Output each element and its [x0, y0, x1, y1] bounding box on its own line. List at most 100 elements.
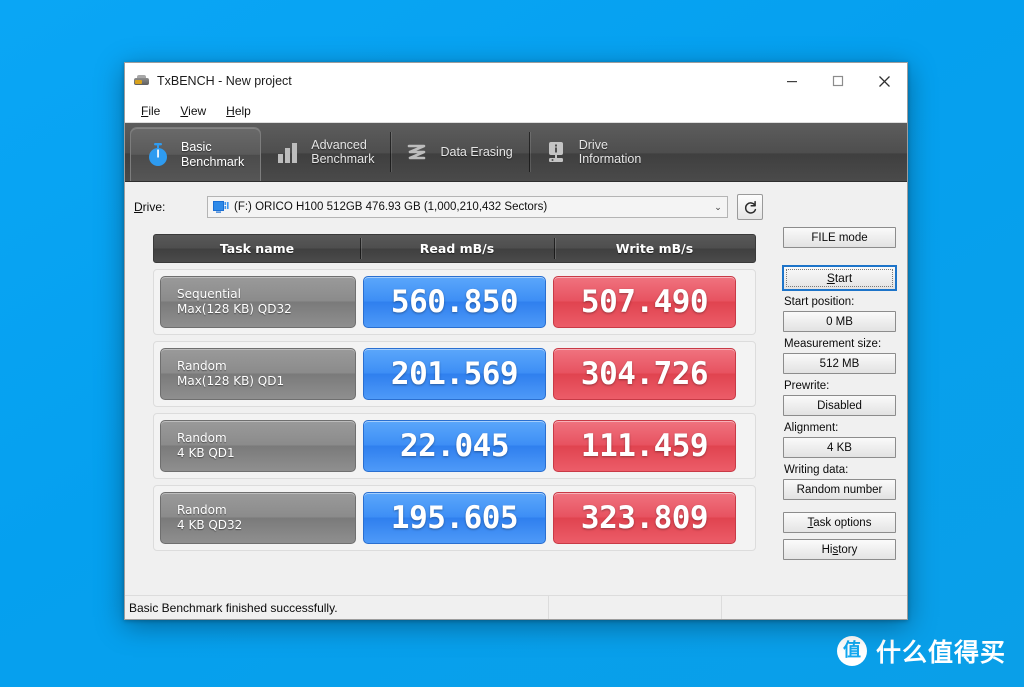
read-value-cell: 201.569 — [363, 348, 546, 400]
write-value: 323.809 — [580, 499, 709, 536]
drive-info-icon — [548, 142, 563, 162]
task-name-cell: Random 4 KB QD1 — [160, 420, 356, 472]
read-value: 195.605 — [390, 499, 519, 536]
status-message: Basic Benchmark finished successfully. — [125, 596, 549, 619]
table-row[interactable]: Sequential Max(128 KB) QD32 560.850 507.… — [153, 269, 756, 335]
drive-row: Drive: (F:) ORICO H100 512GB 476.93 GB (… — [125, 194, 907, 220]
task-name-cell: Sequential Max(128 KB) QD32 — [160, 276, 356, 328]
menu-view-rest: iew — [188, 103, 207, 118]
stopwatch-icon — [149, 142, 167, 166]
minimize-button[interactable] — [769, 64, 815, 99]
prewrite-label: Prewrite: — [784, 380, 830, 392]
history-pre: Hi — [821, 543, 833, 556]
tab-strip: Basic Benchmark Advanced Benchmark Data … — [125, 123, 907, 182]
history-button[interactable]: History — [783, 539, 896, 560]
task-name-line2: Max(128 KB) QD32 — [177, 302, 292, 316]
task-name-cell: Random 4 KB QD32 — [160, 492, 356, 544]
txbench-window: TxBENCH - New project File View Help Bas… — [124, 62, 908, 620]
menu-help[interactable]: Help — [216, 102, 261, 120]
table-row[interactable]: Random 4 KB QD1 22.045 111.459 — [153, 413, 756, 479]
measurement-size-label: Measurement size: — [784, 338, 882, 350]
task-name-cell: Random Max(128 KB) QD1 — [160, 348, 356, 400]
tab-advanced-benchmark-label: Advanced Benchmark — [311, 137, 375, 167]
refresh-icon — [744, 200, 756, 214]
start-button[interactable]: Start — [782, 265, 897, 291]
read-value-cell: 22.045 — [363, 420, 546, 472]
alignment-value[interactable]: 4 KB — [783, 437, 896, 458]
task-name-line2: 4 KB QD1 — [177, 446, 235, 460]
start-button-accel: S — [826, 271, 835, 285]
chevron-down-icon: ⌄ — [714, 201, 722, 212]
task-options-button[interactable]: Task options — [783, 512, 896, 533]
task-name-line1: Random — [177, 503, 227, 517]
tab-advanced-benchmark[interactable]: Advanced Benchmark — [261, 123, 390, 181]
column-header-task-name: Task name — [219, 241, 295, 256]
tab-drive-information-label: Drive Information — [578, 137, 642, 167]
menu-bar: File View Help — [125, 99, 907, 123]
table-row[interactable]: Random Max(128 KB) QD1 201.569 304.726 — [153, 341, 756, 407]
write-value-cell: 323.809 — [553, 492, 736, 544]
task-options-rest: ask options — [813, 516, 872, 529]
maximize-icon — [832, 75, 844, 87]
start-button-rest: tart — [834, 271, 853, 285]
write-value-cell: 111.459 — [553, 420, 736, 472]
task-name-line2: Max(128 KB) QD1 — [177, 374, 285, 388]
zigzag-erase-icon — [408, 144, 426, 160]
status-segment-2 — [549, 596, 722, 619]
task-name-line1: Sequential — [177, 287, 241, 301]
maximize-button[interactable] — [815, 64, 861, 99]
tab-basic-benchmark[interactable]: Basic Benchmark — [130, 127, 262, 181]
write-value: 507.490 — [580, 283, 709, 320]
writing-data-value[interactable]: Random number — [783, 479, 896, 500]
tab-drive-information[interactable]: Drive Information — [528, 123, 658, 181]
task-name-line1: Random — [177, 431, 227, 445]
side-panel: FILE mode Start Start position: 0 MB Mea… — [782, 227, 897, 560]
window-title: TxBENCH - New project — [157, 74, 292, 88]
minimize-icon — [787, 81, 797, 83]
menu-view-accel: V — [180, 103, 189, 118]
drive-label: Drive: — [134, 200, 166, 214]
refresh-button[interactable] — [737, 194, 763, 220]
start-position-label: Start position: — [784, 296, 855, 308]
bar-chart-icon — [278, 143, 298, 163]
read-value: 22.045 — [400, 427, 509, 464]
table-row[interactable]: Random 4 KB QD32 195.605 323.809 — [153, 485, 756, 551]
task-name-line1: Random — [177, 359, 227, 373]
write-value-cell: 304.726 — [553, 348, 736, 400]
write-value-cell: 507.490 — [553, 276, 736, 328]
status-segment-3 — [722, 596, 907, 619]
read-value-cell: 195.605 — [363, 492, 546, 544]
read-value: 201.569 — [390, 355, 519, 392]
column-header-write: Write mB/s — [554, 235, 755, 262]
history-rest: tory — [838, 543, 858, 556]
write-value: 304.726 — [580, 355, 709, 392]
close-icon — [878, 75, 890, 87]
watermark-badge-icon: 值 — [836, 636, 867, 666]
title-bar: TxBENCH - New project — [125, 63, 907, 99]
txbench-icon — [134, 73, 150, 89]
benchmark-results-table: Task name Read mB/s Write mB/s Sequentia… — [153, 234, 756, 551]
file-mode-button[interactable]: FILE mode — [783, 227, 896, 248]
status-bar: Basic Benchmark finished successfully. — [125, 595, 907, 619]
prewrite-value[interactable]: Disabled — [783, 395, 896, 416]
read-value-cell: 560.850 — [363, 276, 546, 328]
drive-select[interactable]: (F:) ORICO H100 512GB 476.93 GB (1,000,2… — [207, 196, 728, 218]
tab-basic-benchmark-label: Basic Benchmark — [181, 140, 245, 169]
read-value: 560.850 — [390, 283, 519, 320]
watermark: 值 什么值得买 — [836, 633, 1006, 669]
menu-view[interactable]: View — [170, 102, 216, 120]
close-button[interactable] — [861, 64, 907, 99]
write-value: 111.459 — [580, 427, 709, 464]
start-position-value[interactable]: 0 MB — [783, 311, 896, 332]
writing-data-label: Writing data: — [784, 464, 849, 476]
menu-file-rest: ile — [148, 103, 161, 118]
column-header-read: Read mB/s — [360, 235, 554, 262]
measurement-size-value[interactable]: 512 MB — [783, 353, 896, 374]
main-content: Drive: (F:) ORICO H100 512GB 476.93 GB (… — [125, 182, 907, 595]
drive-icon — [213, 200, 229, 213]
menu-file[interactable]: File — [131, 102, 170, 120]
tab-data-erasing[interactable]: Data Erasing — [390, 123, 528, 181]
alignment-label: Alignment: — [784, 422, 839, 434]
watermark-text: 什么值得买 — [875, 638, 1006, 667]
tab-data-erasing-label: Data Erasing — [440, 144, 513, 159]
